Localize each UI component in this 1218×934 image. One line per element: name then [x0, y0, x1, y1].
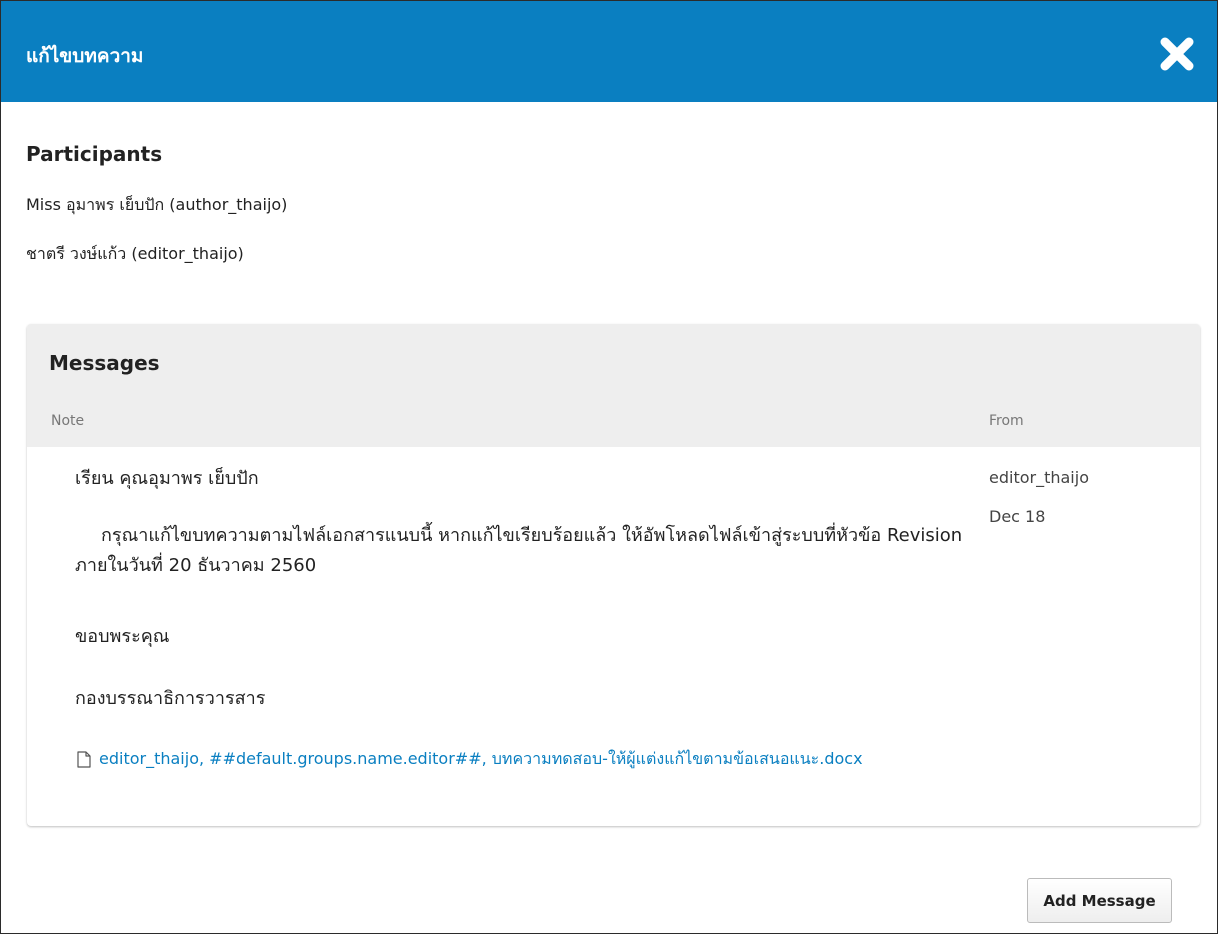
edit-article-modal: แก้ไขบทความ Participants Miss อุมาพร เย็… [0, 0, 1218, 934]
messages-panel: Messages Note From เรียน คุณอุมาพร เย็บป… [27, 324, 1200, 826]
message-thanks: ขอบพระคุณ [75, 626, 170, 647]
messages-heading: Messages [49, 351, 160, 375]
modal-header: แก้ไขบทความ [1, 1, 1217, 102]
attachment-link[interactable]: editor_thaijo, ##default.groups.name.edi… [77, 743, 897, 775]
attachment-filename[interactable]: editor_thaijo, ##default.groups.name.edi… [77, 743, 897, 775]
message-body: กรุณาแก้ไขบทความตามไฟล์เอกสารแนบนี้ หากแ… [75, 525, 963, 576]
file-icon [77, 751, 91, 768]
participants-heading: Participants [26, 142, 163, 166]
column-header-note: Note [51, 413, 85, 429]
column-header-from: From [989, 413, 1024, 429]
message-date: Dec 18 [989, 507, 1046, 526]
messages-header: Messages Note From [27, 324, 1200, 447]
message-from: editor_thaijo [989, 468, 1089, 487]
message-salutation: เรียน คุณอุมาพร เย็บปัก [75, 468, 259, 489]
participant-item: ชาตรี วงษ์แก้ว (editor_thaijo) [26, 244, 244, 263]
participant-item: Miss อุมาพร เย็บปัก (author_thaijo) [26, 195, 288, 214]
message-signature: กองบรรณาธิการวารสาร [75, 688, 266, 709]
close-icon[interactable] [1157, 34, 1197, 74]
modal-title: แก้ไขบทความ [26, 45, 144, 67]
add-message-button[interactable]: Add Message [1027, 878, 1172, 923]
